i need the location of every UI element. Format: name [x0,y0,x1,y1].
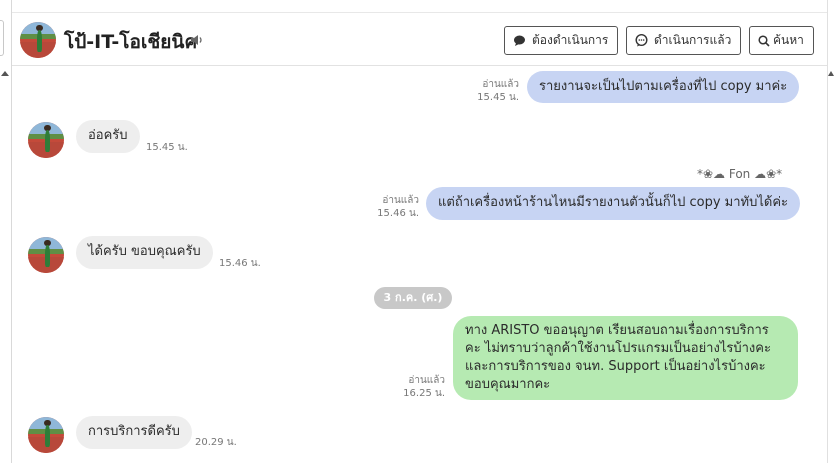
contact-name: โป้-IT-โอเชียนิค [64,31,198,53]
message-bubble[interactable]: อ่อครับ [76,120,140,153]
contact-avatar[interactable] [28,237,64,273]
search-button-label: ค้นหา [773,33,804,47]
message-time: 16.25 น. [403,388,445,399]
message-time: 15.46 น. [219,258,261,269]
message-time: 20.29 น. [195,437,237,448]
done-button[interactable]: ดำเนินการแล้ว [626,26,741,55]
message-text: แต่ถ้าเครื่องหน้าร้านไหนมีรายงานตัวนั้นก… [438,195,789,210]
message-bubble[interactable]: การบริการดีครับ [76,416,192,449]
read-status: อ่านแล้ว 16.25 น. [393,374,445,400]
left-panel-input[interactable] [0,20,4,56]
chat-window: โป้-IT-โอเชียนิค ต้องดำเนินการ ดำเนินการ… [0,0,835,463]
search-button[interactable]: ค้นหา [749,26,814,55]
message-dots-icon [635,34,648,47]
contact-avatar[interactable] [20,22,56,58]
message-text: รายงานจะเป็นไปตามเครื่องที่ไป copy มาค่ะ [539,79,788,94]
message-text: การบริการดีครับ [88,424,180,439]
message-time: 15.45 น. [477,92,519,103]
message-time: 15.46 น. [377,208,419,219]
date-separator: 3 ก.ค. (ศ.) [374,287,452,309]
read-status: อ่านแล้ว 15.45 น. [467,78,519,104]
message-text: ทาง ARISTO ขออนุญาต เรียนสอบถามเรื่องการ… [465,323,771,392]
message-time: 15.45 น. [146,142,188,153]
message-bubble[interactable]: ได้ครับ ขอบคุณครับ [76,236,213,269]
read-status: อ่านแล้ว 15.46 น. [367,194,419,220]
speaker-icon[interactable] [190,33,204,47]
contact-avatar[interactable] [28,122,64,158]
message-list[interactable]: อ่านแล้ว 15.45 น. รายงานจะเป็นไปตามเครื่… [12,67,827,463]
todo-button[interactable]: ต้องดำเนินการ [504,26,618,55]
scrollbar[interactable] [827,0,835,463]
message-text: ได้ครับ ขอบคุณครับ [88,244,201,259]
done-button-label: ดำเนินการแล้ว [654,33,732,47]
message-bubble[interactable]: ทาง ARISTO ขออนุญาต เรียนสอบถามเรื่องการ… [453,316,798,400]
chat-header: โป้-IT-โอเชียนิค ต้องดำเนินการ ดำเนินการ… [12,12,827,66]
scroll-up-arrow-icon[interactable] [828,71,834,76]
scroll-up-arrow-icon[interactable] [1,71,9,76]
todo-button-label: ต้องดำเนินการ [532,33,609,47]
contact-avatar[interactable] [28,417,64,453]
left-panel-edge [0,0,12,463]
message-text: อ่อครับ [88,128,128,143]
sender-name: *❀☁ Fon ☁❀* [697,167,783,181]
search-icon [758,34,770,47]
speech-bubble-icon [514,35,525,46]
message-bubble[interactable]: รายงานจะเป็นไปตามเครื่องที่ไป copy มาค่ะ [527,71,800,103]
message-bubble[interactable]: แต่ถ้าเครื่องหน้าร้านไหนมีรายงานตัวนั้นก… [426,187,801,220]
